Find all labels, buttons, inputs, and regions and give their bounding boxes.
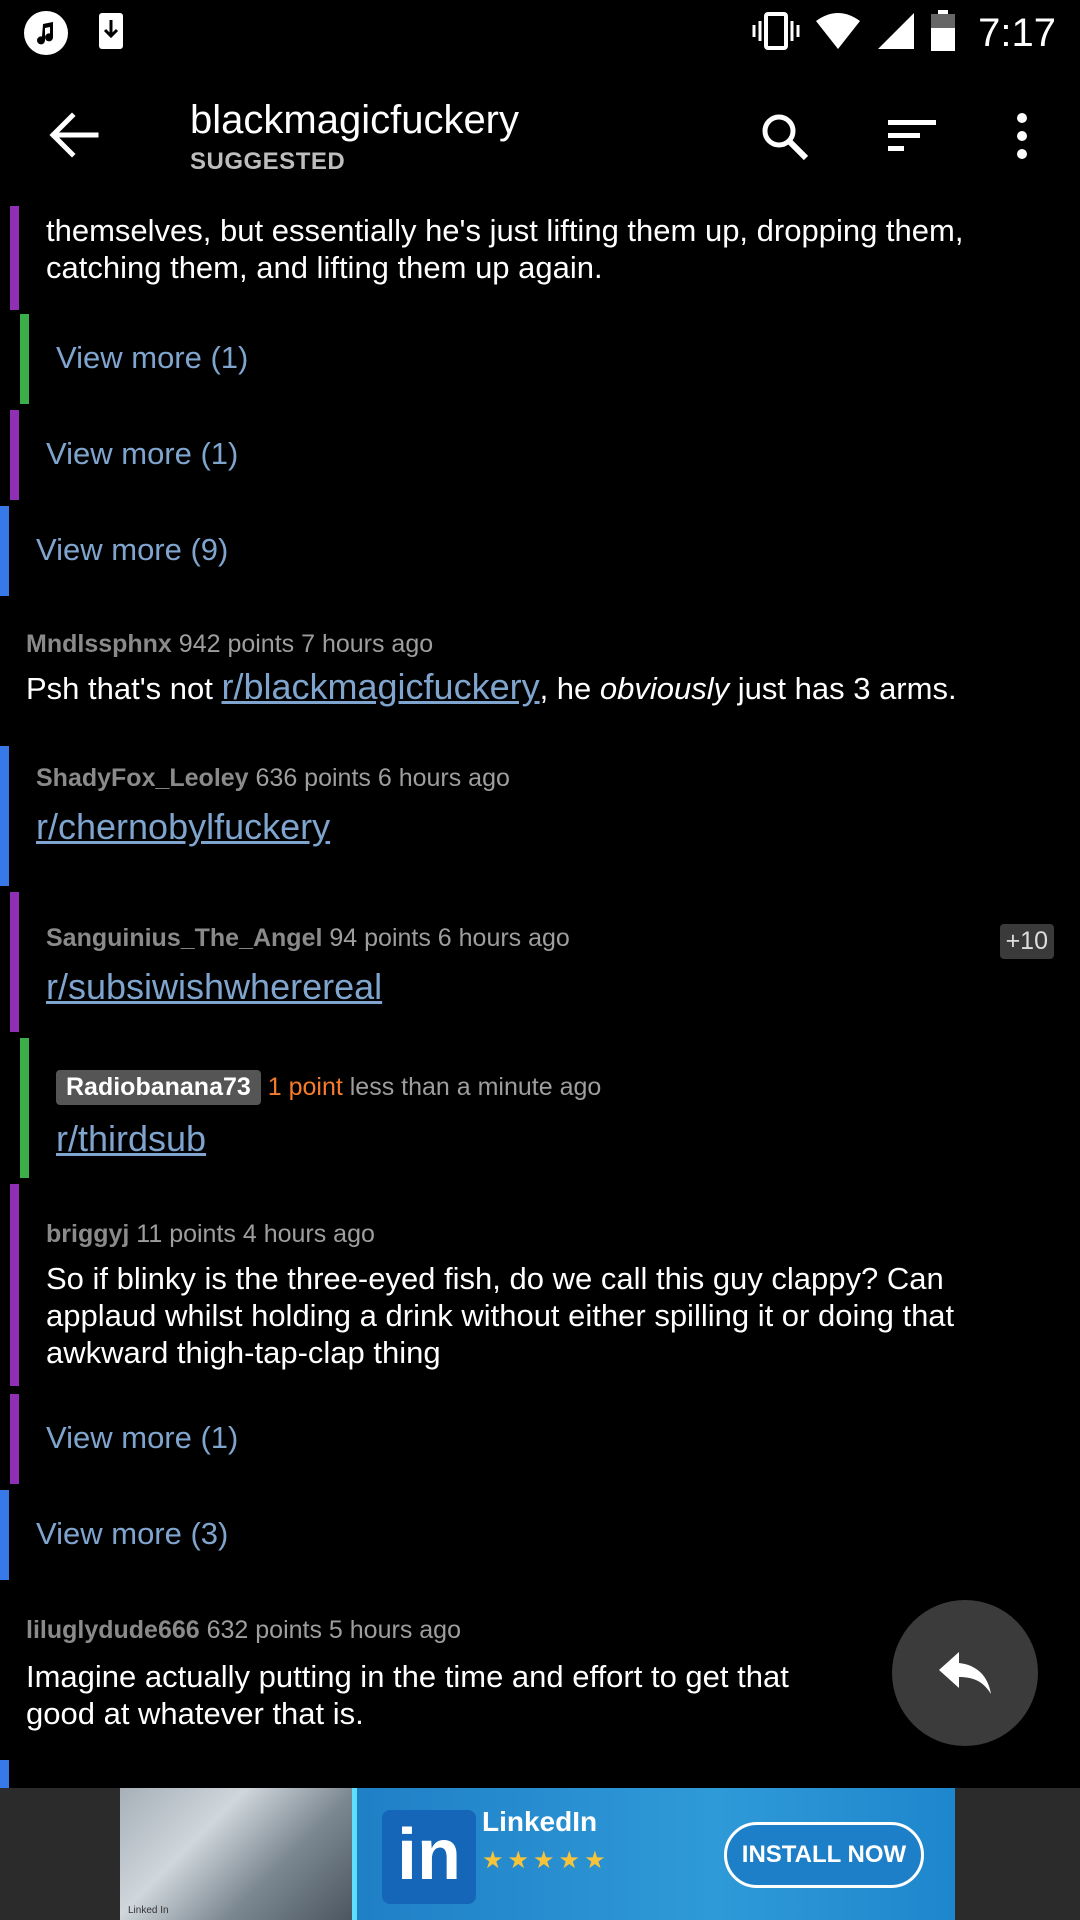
depth-indicator: [10, 1184, 19, 1386]
screen: 7:17 blackmagicfuckery SUGGESTED themsel…: [0, 0, 1080, 1920]
comment-author[interactable]: briggyj: [46, 1220, 129, 1248]
vibrate-icon: [752, 11, 800, 56]
ad-rating-stars: ★★★★★: [482, 1847, 610, 1874]
comment-item[interactable]: Radiobanana73 1 point less than a minute…: [0, 1038, 1080, 1178]
more-vert-icon[interactable]: [992, 106, 1052, 166]
comment-score-time: 632 points 5 hours ago: [199, 1616, 461, 1644]
view-more-label: View more (1): [46, 436, 239, 471]
comment-item[interactable]: ShadyFox_Leoley 636 points 6 hours ago r…: [0, 746, 1080, 886]
comment-text-italic: obviously: [599, 671, 730, 706]
search-icon[interactable]: [754, 106, 814, 166]
depth-indicator: [10, 1394, 19, 1484]
page-title: blackmagicfuckery: [190, 98, 520, 142]
comment-score-time: 94 points 6 hours ago: [322, 924, 570, 952]
depth-indicator: [0, 506, 9, 596]
comments-list: themselves, but essentially he's just li…: [0, 206, 1080, 1788]
download-icon: [96, 11, 126, 56]
depth-indicator: [10, 410, 19, 500]
comment-text: Psh that's not: [26, 671, 222, 706]
depth-indicator: [0, 1490, 9, 1580]
comment-points: 1 point: [267, 1073, 343, 1101]
ad-brand: LinkedIn: [482, 1806, 598, 1837]
status-time: 7:17: [978, 10, 1056, 55]
signal-icon: [876, 11, 916, 56]
comment-text: just has 3 arms.: [729, 671, 957, 706]
depth-indicator: [0, 1760, 9, 1788]
comment-author[interactable]: liluglydude666: [26, 1616, 200, 1644]
comment-meta: Mndlssphnx 942 points 7 hours ago: [26, 630, 433, 659]
subreddit-link[interactable]: r/chernobylfuckery: [36, 806, 330, 848]
page-subtitle: SUGGESTED: [190, 148, 346, 175]
comment-author[interactable]: Mndlssphnx: [26, 630, 172, 658]
comment-score-time: 636 points 6 hours ago: [248, 764, 510, 792]
comment-item[interactable]: Mndlssphnx 942 points 7 hours ago Psh th…: [0, 618, 1080, 738]
battery-icon: [930, 9, 956, 57]
ad-divider: [352, 1788, 357, 1920]
view-more-button[interactable]: View more (1): [0, 410, 1080, 500]
subreddit-link[interactable]: r/thirdsub: [56, 1118, 206, 1160]
ad-banner[interactable]: Linked In in LinkedIn ★★★★★ INSTALL NOW: [0, 1788, 1080, 1920]
install-now-button[interactable]: INSTALL NOW: [724, 1822, 924, 1888]
status-left: [24, 11, 126, 56]
comment-partial[interactable]: themselves, but essentially he's just li…: [0, 206, 1080, 310]
comment-text: , he: [539, 671, 600, 706]
view-more-label: View more (1): [56, 340, 249, 375]
depth-indicator: [10, 206, 19, 310]
sort-icon[interactable]: [882, 106, 942, 166]
comment-item[interactable]: briggyj 11 points 4 hours ago So if blin…: [0, 1184, 1080, 1386]
view-more-button[interactable]: View more (9): [0, 506, 1080, 596]
music-note-icon: [24, 11, 68, 55]
status-bar: 7:17: [0, 0, 1080, 66]
view-more-button[interactable]: View more (3): [0, 1490, 1080, 1580]
comment-time: less than a minute ago: [342, 1073, 602, 1101]
comment-meta: Sanguinius_The_Angel 94 points 6 hours a…: [46, 924, 570, 953]
comment-score-time: 11 points 4 hours ago: [129, 1220, 375, 1248]
view-more-label: View more (3): [36, 1516, 229, 1551]
subreddit-link[interactable]: r/subsiwishwherereal: [46, 966, 382, 1008]
view-more-button[interactable]: View more (1): [0, 314, 1080, 404]
subreddit-link[interactable]: r/blackmagicfuckery: [221, 666, 539, 707]
depth-indicator: [10, 892, 19, 1032]
view-more-label: View more (1): [46, 1420, 239, 1455]
app-bar: blackmagicfuckery SUGGESTED: [0, 66, 1080, 206]
comment-meta: Radiobanana73 1 point less than a minute…: [56, 1070, 601, 1105]
wifi-icon: [814, 11, 862, 56]
comment-body: themselves, but essentially he's just li…: [46, 213, 964, 285]
comment-meta: liluglydude666 632 points 5 hours ago: [26, 1616, 461, 1645]
view-more-button[interactable]: View more (1): [0, 1394, 1080, 1484]
depth-indicator: [20, 1038, 29, 1178]
comment-body: So if blinky is the three-eyed fish, do …: [46, 1261, 955, 1370]
ad-image[interactable]: Linked In: [120, 1788, 352, 1920]
ad-caption: Linked In: [128, 1905, 169, 1916]
comment-meta: ShadyFox_Leoley 636 points 6 hours ago: [36, 764, 510, 793]
reply-icon: [939, 1652, 991, 1694]
depth-indicator: [20, 314, 29, 404]
ad-content[interactable]: in LinkedIn ★★★★★ INSTALL NOW: [352, 1788, 955, 1920]
view-more-label: View more (9): [36, 532, 229, 567]
linkedin-logo-icon: in: [382, 1810, 476, 1904]
status-right: 7:17: [752, 9, 1056, 57]
comment-author-badge[interactable]: Radiobanana73: [56, 1070, 261, 1105]
comment-score-time: 942 points 7 hours ago: [171, 630, 434, 658]
comment-meta: briggyj 11 points 4 hours ago: [46, 1220, 375, 1249]
comment-author[interactable]: ShadyFox_Leoley: [36, 764, 249, 792]
comment-body: Imagine actually putting in the time and…: [26, 1659, 789, 1731]
back-arrow-icon[interactable]: [42, 104, 104, 166]
comment-body: Psh that's not r/blackmagicfuckery, he o…: [26, 668, 957, 707]
comment-author[interactable]: Sanguinius_The_Angel: [46, 924, 322, 952]
hidden-replies-badge[interactable]: +10: [999, 924, 1054, 959]
comment-item[interactable]: Sanguinius_The_Angel 94 points 6 hours a…: [0, 892, 1080, 1032]
comment-item-next[interactable]: [0, 1760, 1080, 1788]
depth-indicator: [0, 746, 9, 886]
title-wrap: blackmagicfuckery SUGGESTED: [190, 96, 519, 176]
reply-button[interactable]: [892, 1600, 1038, 1746]
